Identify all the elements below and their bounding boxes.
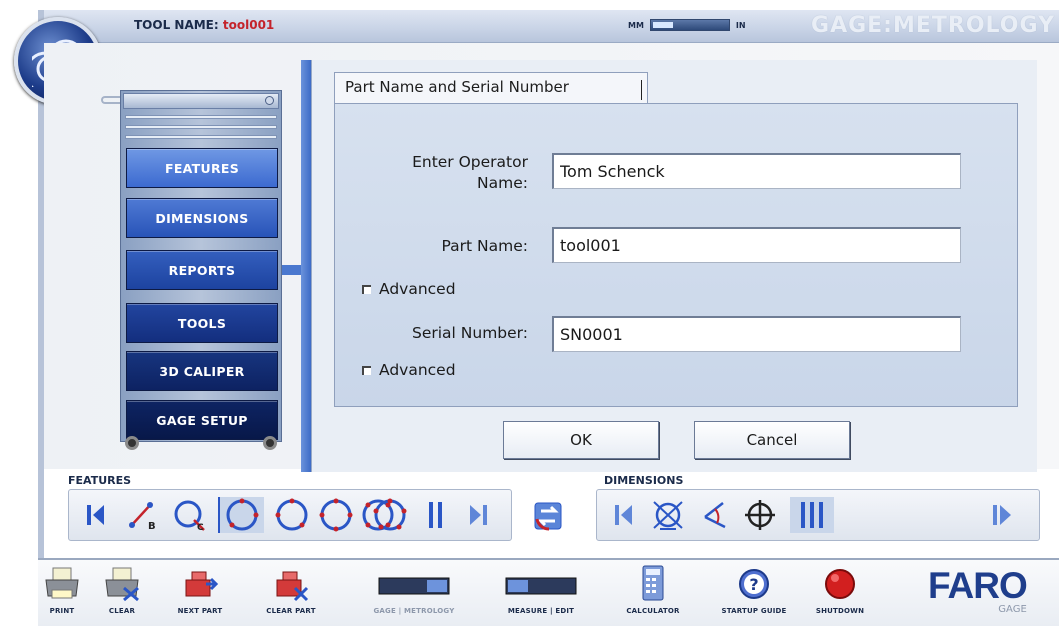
drawer-divider	[125, 115, 277, 119]
dialog-accent-bar	[301, 60, 311, 472]
calculator-label: CALCULATOR	[626, 607, 680, 615]
operator-name-input[interactable]	[552, 153, 961, 189]
part-name-label: Part Name:	[441, 237, 528, 255]
print-label: PRINT	[49, 607, 75, 615]
measure-edit-label: MEASURE | EDIT	[507, 607, 575, 615]
nav-cabinet: FEATURES DIMENSIONS REPORTS TOOLS 3D CAL…	[120, 90, 282, 450]
part-name-input[interactable]	[552, 227, 961, 263]
nav-dimensions-button[interactable]: DIMENSIONS	[126, 198, 278, 238]
more-dimensions-icon[interactable]	[790, 497, 834, 533]
nav-reports-button[interactable]: REPORTS	[126, 250, 278, 290]
operator-label-line1: Enter Operator	[412, 153, 528, 171]
clear-part-icon	[276, 571, 309, 602]
swap-icon[interactable]	[528, 498, 568, 534]
operator-label-line2: Name:	[477, 174, 528, 192]
serial-number-label: Serial Number:	[411, 324, 528, 342]
shutdown-icon	[825, 569, 855, 599]
cabinet-wheel	[263, 436, 277, 450]
faro-brand: FARO	[928, 565, 1028, 606]
measure-edit-toggle[interactable]: MEASURE | EDIT	[496, 564, 586, 615]
features-next-icon[interactable]	[466, 497, 490, 533]
circle-5pt-icon[interactable]	[372, 497, 408, 533]
measure-edit-toggle-icon	[505, 577, 577, 595]
clear-button[interactable]: CLEAR	[87, 564, 157, 615]
svg-text:C: C	[197, 523, 204, 533]
circle-point-icon[interactable]	[272, 497, 312, 533]
unit-mm-label: MM	[628, 20, 644, 30]
clear-label: CLEAR	[108, 607, 136, 615]
drawer-divider	[125, 125, 277, 129]
clear-part-button[interactable]: CLEAR PART	[256, 564, 326, 615]
circle-dimension-icon[interactable]	[648, 497, 688, 533]
shutdown-button[interactable]: SHUTDOWN	[805, 564, 875, 615]
printer-icon	[45, 567, 79, 599]
svg-text:?: ?	[749, 575, 758, 594]
title-bar: TOOL NAME: tool001 MM IN GAGE:METROLOGY	[38, 10, 1059, 43]
clear-part-label: CLEAR PART	[266, 607, 316, 615]
circle-icon[interactable]: C	[170, 497, 210, 533]
shutdown-label: SHUTDOWN	[815, 607, 865, 615]
gage-metrology-toggle-icon	[378, 577, 450, 595]
unit-in-label: IN	[735, 20, 746, 30]
circle-3pt-icon[interactable]	[316, 497, 356, 533]
cabinet-top-drawer	[123, 93, 279, 109]
help-icon: ?	[739, 569, 769, 599]
drawer-knob-icon	[265, 96, 274, 105]
part-advanced-label: Advanced	[379, 280, 456, 298]
svg-text:B: B	[148, 521, 156, 532]
tool-name-display: TOOL NAME: tool001	[134, 18, 274, 32]
drawer-divider	[125, 135, 277, 139]
next-part-button[interactable]: NEXT PART	[165, 564, 235, 615]
ok-button[interactable]: OK	[503, 421, 659, 459]
checkbox-icon[interactable]	[362, 284, 371, 294]
mode-title: GAGE:METROLOGY	[811, 13, 1055, 38]
dimensions-strip-label: DIMENSIONS	[604, 474, 684, 487]
gage-metrology-label: GAGE | METROLOGY	[373, 607, 455, 615]
startup-guide-label: STARTUP GUIDE	[721, 607, 787, 615]
clear-printer-icon	[105, 567, 139, 602]
next-part-icon	[185, 571, 219, 597]
features-strip-label: FEATURES	[68, 474, 132, 487]
dimensions-next-icon[interactable]	[990, 497, 1014, 533]
faro-logo: FARO GAGE	[928, 565, 1028, 616]
tool-name-value: tool001	[222, 18, 275, 32]
tool-name-label: TOOL NAME:	[134, 18, 219, 32]
unit-slider[interactable]	[649, 19, 730, 31]
angle-icon[interactable]	[700, 497, 736, 533]
calculator-button[interactable]: CALCULATOR	[618, 564, 688, 615]
faro-brand-sub: GAGE	[998, 604, 1027, 615]
unit-toggle[interactable]: MM IN	[628, 19, 746, 31]
cabinet-wheel	[125, 436, 139, 450]
dialog-tab[interactable]: Part Name and Serial Number	[334, 72, 648, 104]
nav-features-button[interactable]: FEATURES	[126, 148, 278, 188]
startup-guide-button[interactable]: ? STARTUP GUIDE	[713, 564, 795, 615]
distance-icon[interactable]: B	[124, 497, 164, 533]
serial-number-input[interactable]	[552, 316, 961, 352]
serial-advanced-label: Advanced	[379, 361, 456, 379]
cylinder-icon[interactable]	[218, 497, 264, 533]
serial-advanced-checkbox[interactable]: Advanced	[362, 361, 456, 379]
cancel-button[interactable]: Cancel	[694, 421, 850, 459]
operator-label: Enter Operator Name:	[372, 152, 528, 194]
part-advanced-checkbox[interactable]: Advanced	[362, 280, 456, 298]
dimensions-prev-icon[interactable]	[612, 497, 636, 533]
next-part-label: NEXT PART	[177, 607, 223, 615]
nav-3d-caliper-button[interactable]: 3D CALIPER	[126, 351, 278, 391]
gage-metrology-toggle[interactable]: GAGE | METROLOGY	[366, 564, 462, 615]
pause-icon[interactable]	[424, 497, 448, 533]
position-icon[interactable]	[740, 497, 780, 533]
checkbox-icon[interactable]	[362, 365, 371, 375]
features-prev-icon[interactable]	[84, 497, 108, 533]
nav-gage-setup-button[interactable]: GAGE SETUP	[126, 400, 278, 440]
calculator-icon	[642, 565, 664, 601]
nav-tools-button[interactable]: TOOLS	[126, 303, 278, 343]
